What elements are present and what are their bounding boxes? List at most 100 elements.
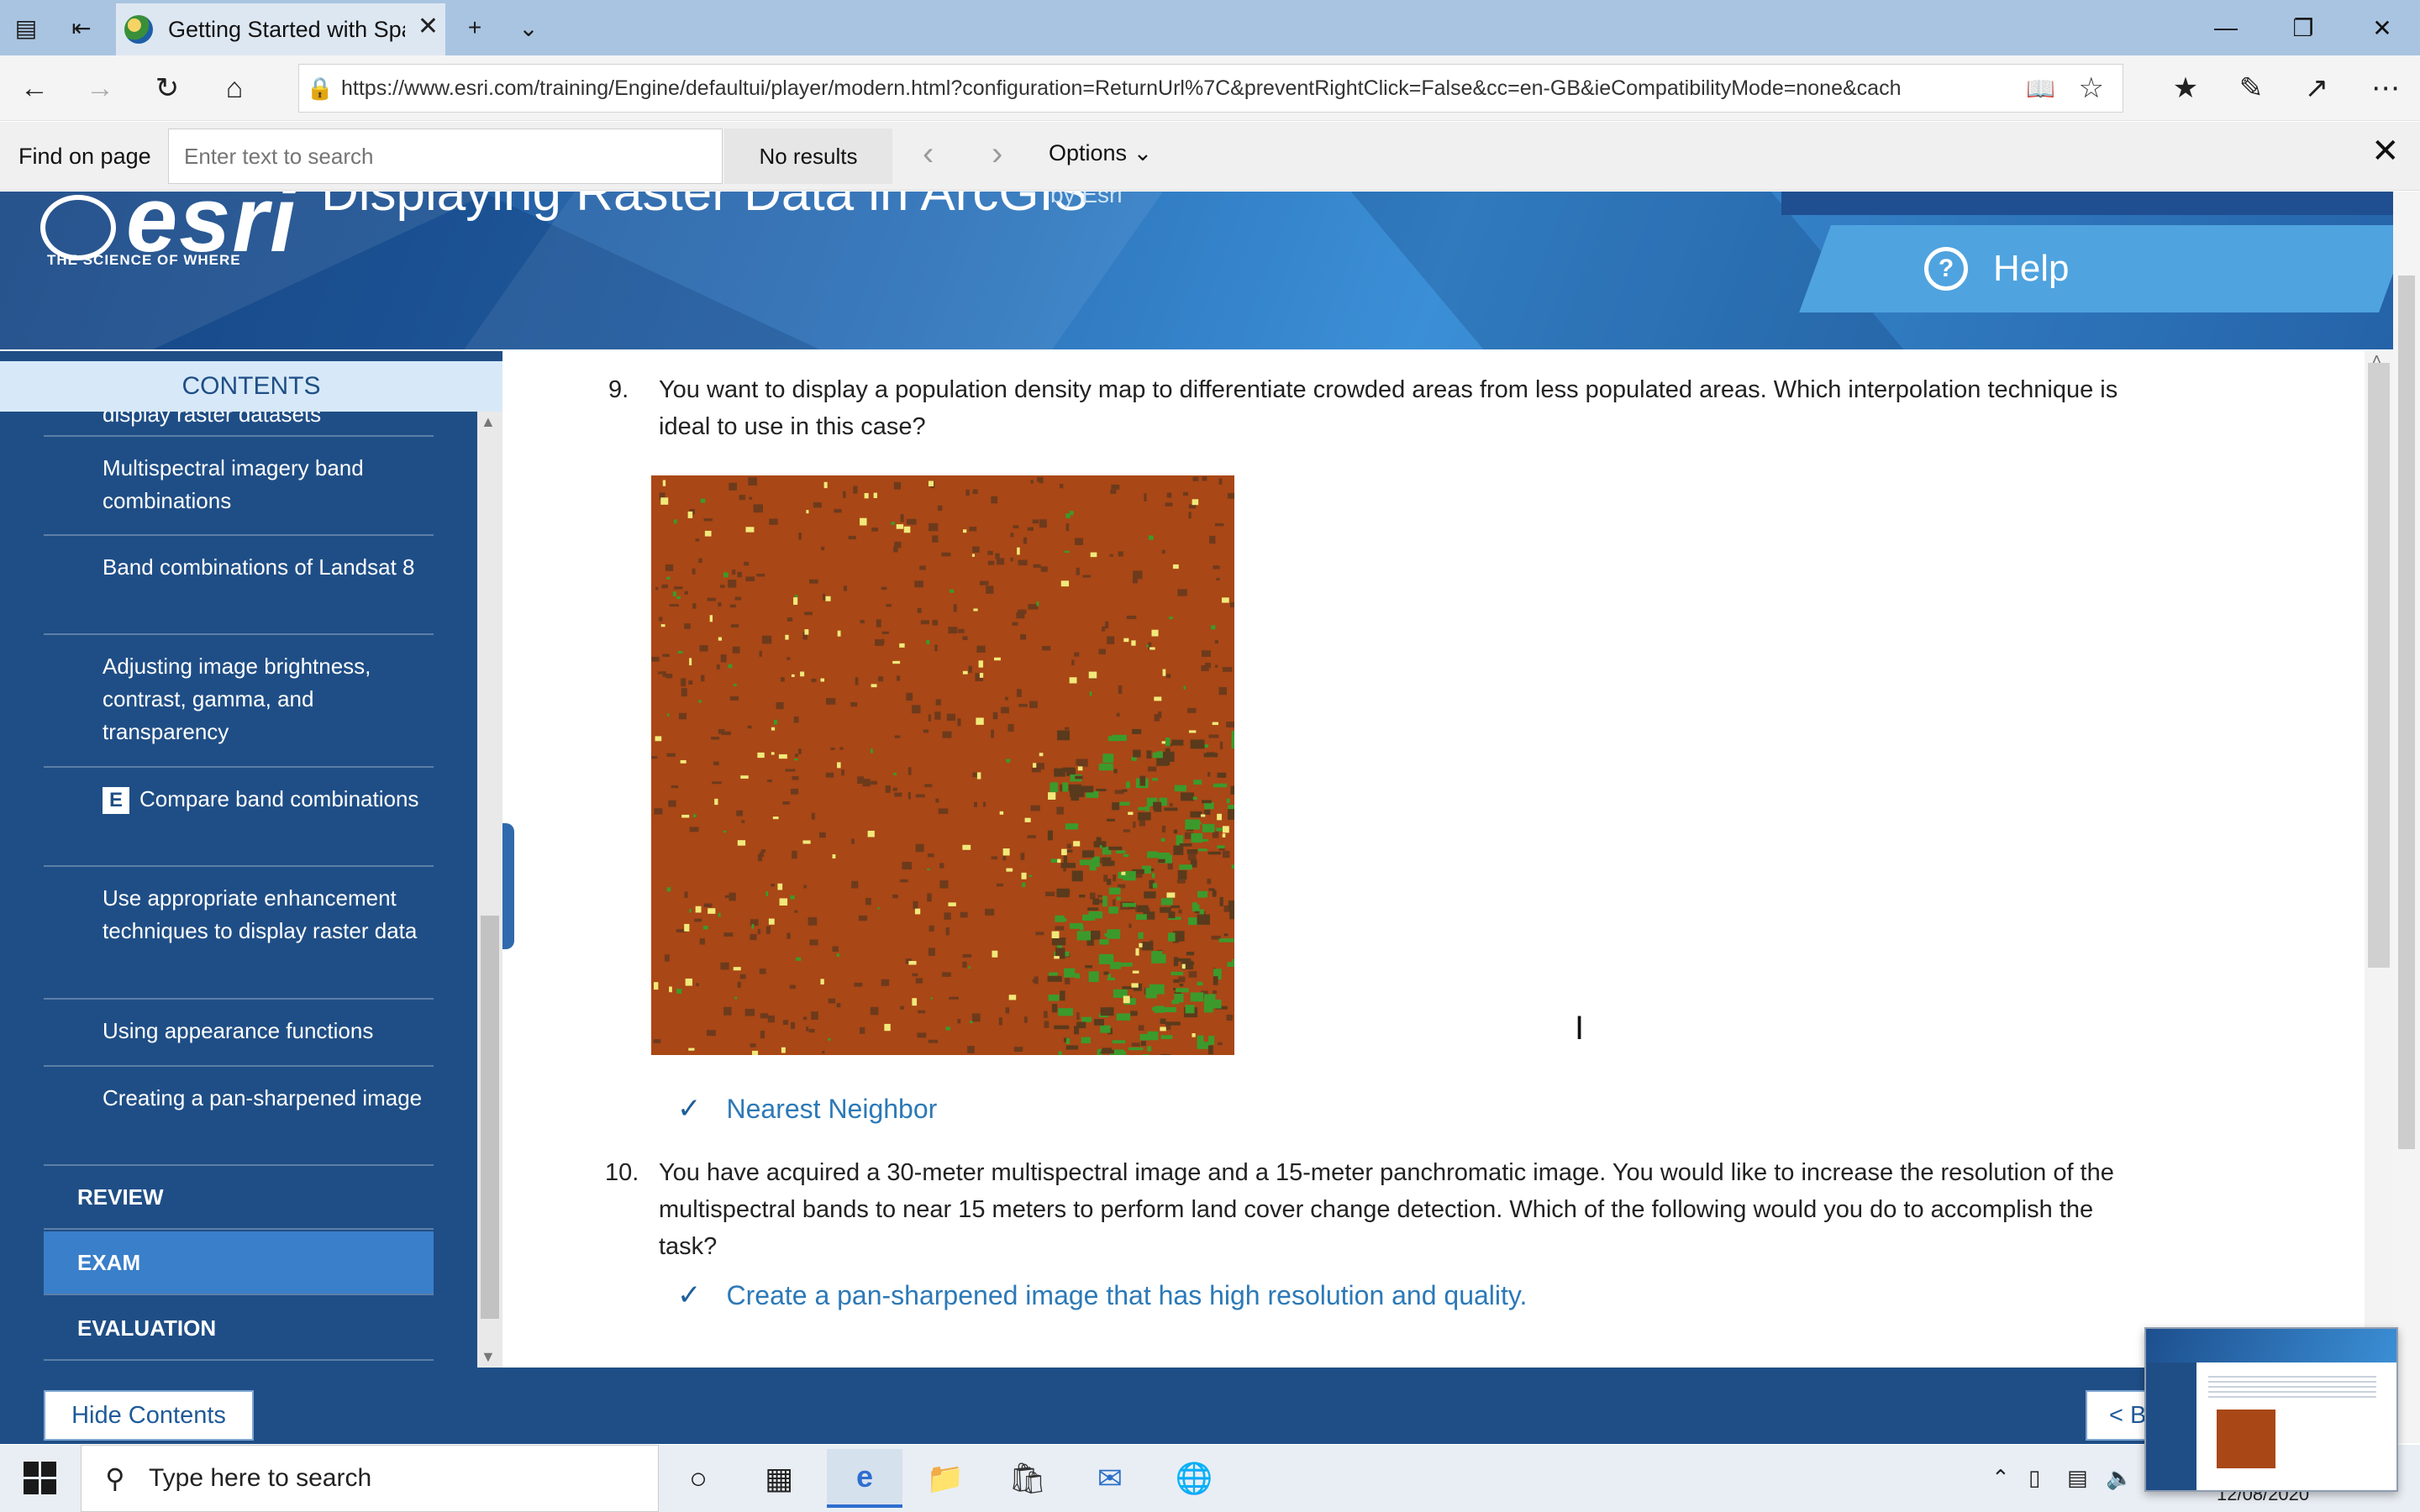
raster-pixel-cluster — [1168, 911, 1176, 919]
raster-pixel-cluster — [987, 550, 993, 555]
raster-pixel-cluster — [1202, 800, 1212, 804]
raster-pixel-cluster — [1137, 905, 1149, 912]
raster-pixel-cluster — [1065, 1037, 1071, 1044]
page-scrollbar[interactable] — [2393, 192, 2420, 1443]
favorite-star-icon[interactable]: ☆ — [2079, 71, 2104, 105]
find-next-icon[interactable]: › — [992, 135, 1002, 173]
raster-pixel-cluster — [767, 779, 772, 783]
content-scroll-thumb[interactable] — [2368, 363, 2390, 968]
raster-pixel-cluster — [1098, 1048, 1102, 1053]
toc-item-display-raster[interactable]: display raster datasets — [44, 412, 434, 437]
toc-item-multispectral[interactable]: Multispectral imagery band combinations — [44, 437, 434, 536]
close-tab-icon[interactable]: ✕ — [418, 12, 439, 41]
url-text[interactable]: https://www.esri.com/training/Engine/def… — [341, 76, 2047, 101]
raster-pixel-cluster — [662, 654, 670, 657]
battery-icon[interactable]: ▯ — [2028, 1465, 2040, 1491]
browser-tab-active[interactable]: Getting Started with Spa ✕ — [116, 3, 445, 55]
favorites-hub-icon[interactable]: ★ — [2165, 67, 2207, 109]
toc-section-review[interactable]: REVIEW — [44, 1166, 434, 1230]
store-icon[interactable]: 🛍 — [990, 1453, 1065, 1504]
more-options-icon[interactable]: ⋯ — [2365, 67, 2407, 109]
raster-pixel-cluster — [1218, 478, 1223, 485]
task-view-icon[interactable]: ▦ — [741, 1453, 817, 1504]
windows-start-icon[interactable] — [24, 1462, 57, 1495]
toc-item-landsat[interactable]: Band combinations of Landsat 8 — [44, 536, 434, 635]
minimize-icon[interactable]: — — [2188, 7, 2264, 49]
raster-pixel-cluster — [719, 585, 725, 588]
raster-pixel-cluster — [1165, 674, 1171, 679]
raster-pixel-cluster — [1119, 801, 1130, 806]
find-options-dropdown[interactable]: Options ⌄ — [1049, 140, 1152, 166]
edge-browser-icon[interactable]: e — [827, 1449, 902, 1508]
sidebar-toggle-handle[interactable] — [502, 823, 514, 949]
raster-pixel-cluster — [739, 974, 746, 979]
raster-pixel-cluster — [1125, 781, 1130, 789]
close-find-icon[interactable]: ✕ — [2371, 132, 2400, 171]
raster-pixel-cluster — [1100, 1025, 1111, 1033]
raster-pixel-cluster — [876, 619, 881, 627]
toc-section-exam[interactable]: EXAM — [44, 1231, 434, 1295]
raster-pixel-cluster — [660, 624, 666, 627]
raster-pixel-cluster — [1106, 818, 1115, 822]
raster-pixel-cluster — [987, 560, 995, 565]
home-icon[interactable]: ⌂ — [213, 67, 255, 109]
tray-chevron-up-icon[interactable]: ⌃ — [1991, 1465, 2010, 1491]
toc-item-appearance[interactable]: Using appearance functions — [44, 1000, 434, 1067]
window-preview-thumbnail[interactable] — [2144, 1327, 2398, 1492]
hide-contents-button[interactable]: Hide Contents — [44, 1390, 254, 1441]
taskbar-search[interactable]: ⚲ Type here to search — [81, 1445, 659, 1512]
raster-pixel-cluster — [892, 787, 897, 791]
find-input[interactable] — [168, 129, 723, 184]
raster-pixel-cluster — [811, 812, 815, 820]
reading-view-icon[interactable]: 📖 — [2026, 75, 2055, 102]
raster-pixel-cluster — [913, 900, 918, 910]
arcgis-globe-icon[interactable]: 🌐 — [1156, 1453, 1232, 1504]
refresh-icon[interactable]: ↻ — [146, 67, 188, 109]
raster-pixel-cluster — [668, 800, 676, 807]
raster-pixel-cluster — [1214, 639, 1218, 643]
scroll-up-icon[interactable]: ▲ — [481, 413, 496, 431]
raster-pixel-cluster — [662, 671, 666, 677]
raster-pixel-cluster — [1145, 987, 1157, 999]
raster-pixel-cluster — [1044, 1011, 1048, 1018]
toc-item-compare-bands[interactable]: E Compare band combinations — [44, 768, 434, 867]
raster-pixel-cluster — [779, 898, 788, 906]
preview-header — [2146, 1329, 2396, 1362]
tab-list-chevron-icon[interactable]: ⌄ — [509, 8, 548, 47]
sidebar-scroll-thumb[interactable] — [481, 916, 499, 1319]
raster-pixel-cluster — [1082, 914, 1096, 921]
raster-pixel-cluster — [1207, 851, 1222, 855]
raster-pixel-cluster — [1065, 727, 1070, 730]
set-tabs-aside-icon[interactable]: ⇤ — [62, 8, 101, 47]
network-icon[interactable]: ▤ — [2067, 1465, 2088, 1491]
back-arrow-icon[interactable]: ← — [13, 67, 55, 109]
raster-pixel-cluster — [1055, 926, 1065, 931]
find-previous-icon[interactable]: ‹ — [923, 135, 934, 173]
mail-icon[interactable]: ✉ — [1072, 1453, 1148, 1504]
new-tab-icon[interactable]: + — [455, 8, 494, 47]
content-scrollbar[interactable]: ˄ — [2365, 351, 2393, 1368]
toc-item-pan-sharpened[interactable]: Creating a pan-sharpened image — [44, 1067, 434, 1166]
raster-pixel-cluster — [948, 902, 956, 906]
cortana-icon[interactable]: ○ — [660, 1453, 736, 1504]
share-icon[interactable]: ↗ — [2296, 67, 2338, 109]
scroll-down-icon[interactable]: ▼ — [481, 1348, 496, 1366]
page-scroll-thumb[interactable] — [2398, 276, 2415, 1149]
volume-icon[interactable]: 🔈 — [2106, 1465, 2133, 1491]
toc-section-evaluation[interactable]: EVALUATION — [44, 1297, 434, 1361]
restore-icon[interactable]: ❐ — [2265, 7, 2341, 49]
raster-pixel-cluster — [747, 725, 752, 729]
toc-item-brightness[interactable]: Adjusting image brightness, contrast, ga… — [44, 635, 434, 768]
help-button[interactable]: ? Help — [1924, 225, 2070, 312]
close-window-icon[interactable]: ✕ — [2344, 7, 2420, 49]
forward-arrow-icon[interactable]: → — [79, 67, 121, 109]
tab-actions-icon[interactable]: ▤ — [7, 8, 45, 47]
raster-pixel-cluster — [729, 696, 739, 701]
address-bar[interactable]: 🔒 https://www.esri.com/training/Engine/d… — [298, 64, 2123, 113]
raster-pixel-cluster — [862, 779, 871, 787]
pen-notes-icon[interactable]: ✎ — [2230, 67, 2272, 109]
raster-pixel-cluster — [1209, 535, 1216, 544]
toc-item-enhancement[interactable]: Use appropriate enhancement techniques t… — [44, 867, 434, 1000]
file-explorer-icon[interactable]: 📁 — [908, 1453, 983, 1504]
sidebar-scrollbar[interactable]: ▲ ▼ — [477, 412, 502, 1368]
